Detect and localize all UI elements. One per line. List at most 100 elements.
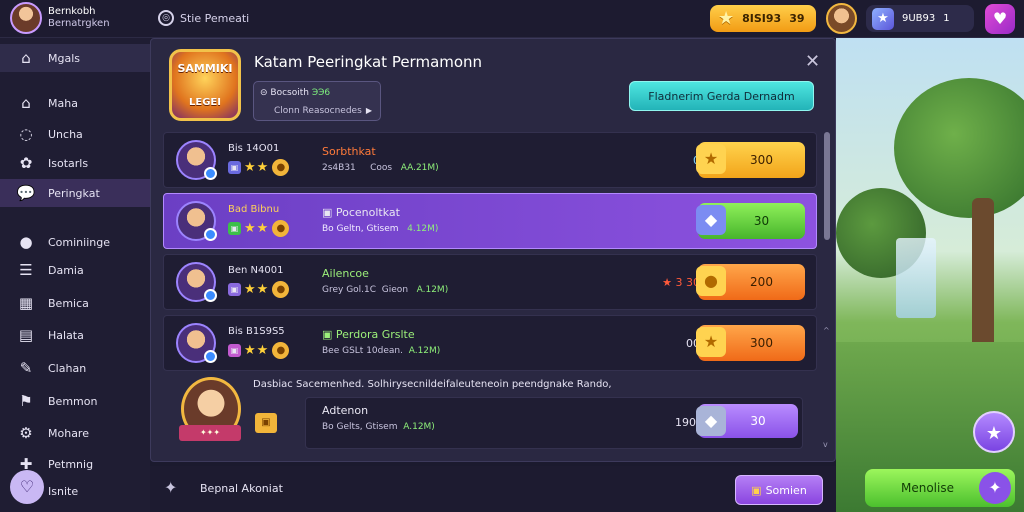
- level-icon: ▣: [228, 344, 241, 357]
- sidebar-item-label: Maha: [48, 96, 78, 110]
- sidebar-item-11[interactable]: ⚙ Mohare: [0, 419, 150, 447]
- stars-icon: ★★: [244, 221, 270, 236]
- sidebar-item-2[interactable]: ◌ Uncha: [0, 120, 150, 148]
- coin-amount: 8ISI93: [742, 12, 782, 25]
- coin-counter[interactable]: ★ 8ISI93 39: [710, 5, 816, 32]
- star-icon: ★: [718, 8, 735, 29]
- heart-menu-button[interactable]: ♡: [10, 470, 44, 504]
- scrollbar[interactable]: [824, 132, 830, 240]
- player-name: Ailencoe: [322, 267, 369, 280]
- star-icon: ★: [696, 144, 726, 174]
- sidebar-item-label: Halata: [48, 328, 84, 342]
- meta-value: A.12M): [416, 285, 449, 295]
- level-icon: ▣: [228, 283, 241, 296]
- sidebar-item-7[interactable]: ▦ Bemica: [0, 289, 150, 317]
- pencil-icon: ✎: [19, 359, 33, 377]
- reward-button[interactable]: ◆ 30: [696, 203, 805, 239]
- name-icon: ▣: [322, 206, 336, 219]
- profile[interactable]: Bernkobh Bernatrgken: [10, 2, 110, 34]
- sidebar-item-1[interactable]: ⌂ Maha: [0, 89, 150, 117]
- player-badges: ▣ ★★ ●: [228, 281, 290, 298]
- leaderboard-cta-button[interactable]: Fladnerim Gerda Dernadm: [629, 81, 814, 111]
- player-id: Bad Bibnu: [228, 204, 280, 215]
- footer-bar: ✦ Bepnal Akoniat: [150, 466, 836, 512]
- meta-text: 2s4B31: [322, 163, 356, 173]
- heart-icon: ♥: [992, 9, 1008, 28]
- meta-text: Bee GSLt 10dean.: [322, 346, 403, 356]
- stars-icon: ★★: [244, 343, 270, 358]
- medal-icon: ●: [272, 220, 290, 237]
- scroll-down-icon[interactable]: v: [823, 440, 828, 449]
- status-dot: [204, 350, 217, 363]
- reward-button[interactable]: ● 200: [696, 264, 805, 300]
- sidebar-item-10[interactable]: ⚑ Bemmon: [0, 387, 150, 415]
- coin-count: 39: [789, 12, 805, 25]
- gem-counter[interactable]: ★ 9UB93 1: [866, 5, 974, 32]
- sidebar-item-6[interactable]: ☰ Damia: [0, 256, 150, 284]
- chest-icon: ▣: [255, 413, 277, 433]
- reward-button[interactable]: ◆ 30: [696, 404, 798, 438]
- status-dot: [204, 228, 217, 241]
- avatar[interactable]: [10, 2, 42, 34]
- play-button-label: Menolise: [901, 481, 954, 495]
- gem-icon: ◆: [696, 406, 726, 436]
- stars-icon: ★★: [244, 282, 270, 297]
- level-icon: ▣: [228, 161, 241, 174]
- leaderboard-row[interactable]: Bis B1S9S5 ▣ ★★ ● ▣ Perdora Grslte Bee G…: [163, 315, 817, 371]
- reward-button[interactable]: ★ 300: [696, 325, 805, 361]
- footer-button[interactable]: ▣ Somien: [735, 475, 823, 505]
- leaderboard-row[interactable]: Bad Bibnu ▣ ★★ ● ▣ Pocenoltkat Bo Geltn,…: [163, 193, 817, 249]
- favorite-button[interactable]: ★: [973, 411, 1015, 453]
- player-name: Adtenon: [322, 404, 369, 417]
- meta-text-2: Gieon: [381, 285, 409, 295]
- note-icon: ▤: [18, 326, 34, 344]
- waterfall: [896, 238, 936, 318]
- sidebar-item-4[interactable]: 💬 Peringkat: [0, 179, 150, 207]
- heart-button[interactable]: ♥: [985, 4, 1015, 34]
- sidebar-item-8[interactable]: ▤ Halata: [0, 321, 150, 349]
- player-meta: Bo Gelts, Gtisem A.12M): [322, 422, 435, 432]
- sidebar-item-5[interactable]: ● Cominiinge: [0, 228, 150, 256]
- search-bar[interactable]: ◎ Stie Pemeati: [158, 10, 249, 26]
- sidebar-item-9[interactable]: ✎ Clahan: [0, 354, 150, 382]
- reward-label: 300: [750, 153, 773, 167]
- player-badges: ▣ ★★ ●: [228, 342, 290, 359]
- footer-text: Bepnal Akoniat: [200, 482, 283, 495]
- player-name-text: Perdora Grslte: [335, 328, 415, 341]
- sidebar-item-0[interactable]: ⌂ Mgals: [0, 44, 150, 72]
- player-id: Ben N4001: [228, 265, 284, 276]
- sidebar-item-3[interactable]: ✿ Isotarls: [0, 149, 150, 177]
- star-icon: ★: [985, 423, 1003, 444]
- player-meta: Bo Geltn, Gtisem 4.12M): [322, 224, 438, 234]
- circle-icon: ◌: [19, 125, 33, 143]
- reward-button[interactable]: ★ 300: [696, 142, 805, 178]
- gear-icon: ⚙: [19, 424, 33, 442]
- leaderboard-row-featured[interactable]: ✦✦✦ ▣ Adtenon Bo Gelts, Gtisem A.12M) 19…: [163, 377, 817, 449]
- scroll-up-icon[interactable]: ^: [823, 326, 830, 335]
- player-meta: Bee GSLt 10dean. A.12M): [322, 346, 440, 356]
- friend-avatar[interactable]: [826, 3, 857, 34]
- footer-button-label: Somien: [765, 484, 807, 497]
- sidebar-item-label: Peringkat: [48, 186, 100, 200]
- grid-icon: ▦: [18, 294, 34, 312]
- sidebar-item-label: Petmnig: [48, 457, 94, 471]
- player-avatar: [176, 262, 217, 302]
- sidebar-item-label: Isotarls: [48, 156, 89, 170]
- notice-text: Dasbiac Sacemenhed. Solhirysecnildeifale…: [253, 379, 612, 390]
- sidebar-item-label: Isnite: [48, 484, 79, 498]
- player-name: Sorbthkat: [322, 145, 376, 158]
- gem-amount: 9UB93: [902, 13, 936, 24]
- meta-text: Bo Gelts, Gtisem: [322, 422, 398, 432]
- play-button[interactable]: Menolise ✦: [865, 469, 1015, 507]
- leaderboard-row[interactable]: Bis 14O01 ▣ ★★ ● Sorbthkat 2s4B31 Coos A…: [163, 132, 817, 188]
- meta-text-2: Coos: [370, 163, 393, 173]
- player-badges: ▣ ★★ ●: [228, 159, 290, 176]
- filter-dropdown[interactable]: ⊝ Bocsoith ЭЭ6 Clonn Reasocnedes ▶: [253, 81, 381, 121]
- close-button[interactable]: ✕: [805, 51, 820, 72]
- rank-badge: SAMMIKI LEGEI: [169, 49, 241, 121]
- top-bar: Bernkobh Bernatrgken ◎ Stie Pemeati ★ 8I…: [0, 0, 1024, 38]
- leaderboard-row[interactable]: Ben N4001 ▣ ★★ ● Ailencoe Grey Gol.1C Gi…: [163, 254, 817, 310]
- sidebar-item-label: Mgals: [48, 51, 81, 65]
- meta-value: AA.21M): [400, 163, 439, 173]
- medal-icon: ●: [272, 159, 290, 176]
